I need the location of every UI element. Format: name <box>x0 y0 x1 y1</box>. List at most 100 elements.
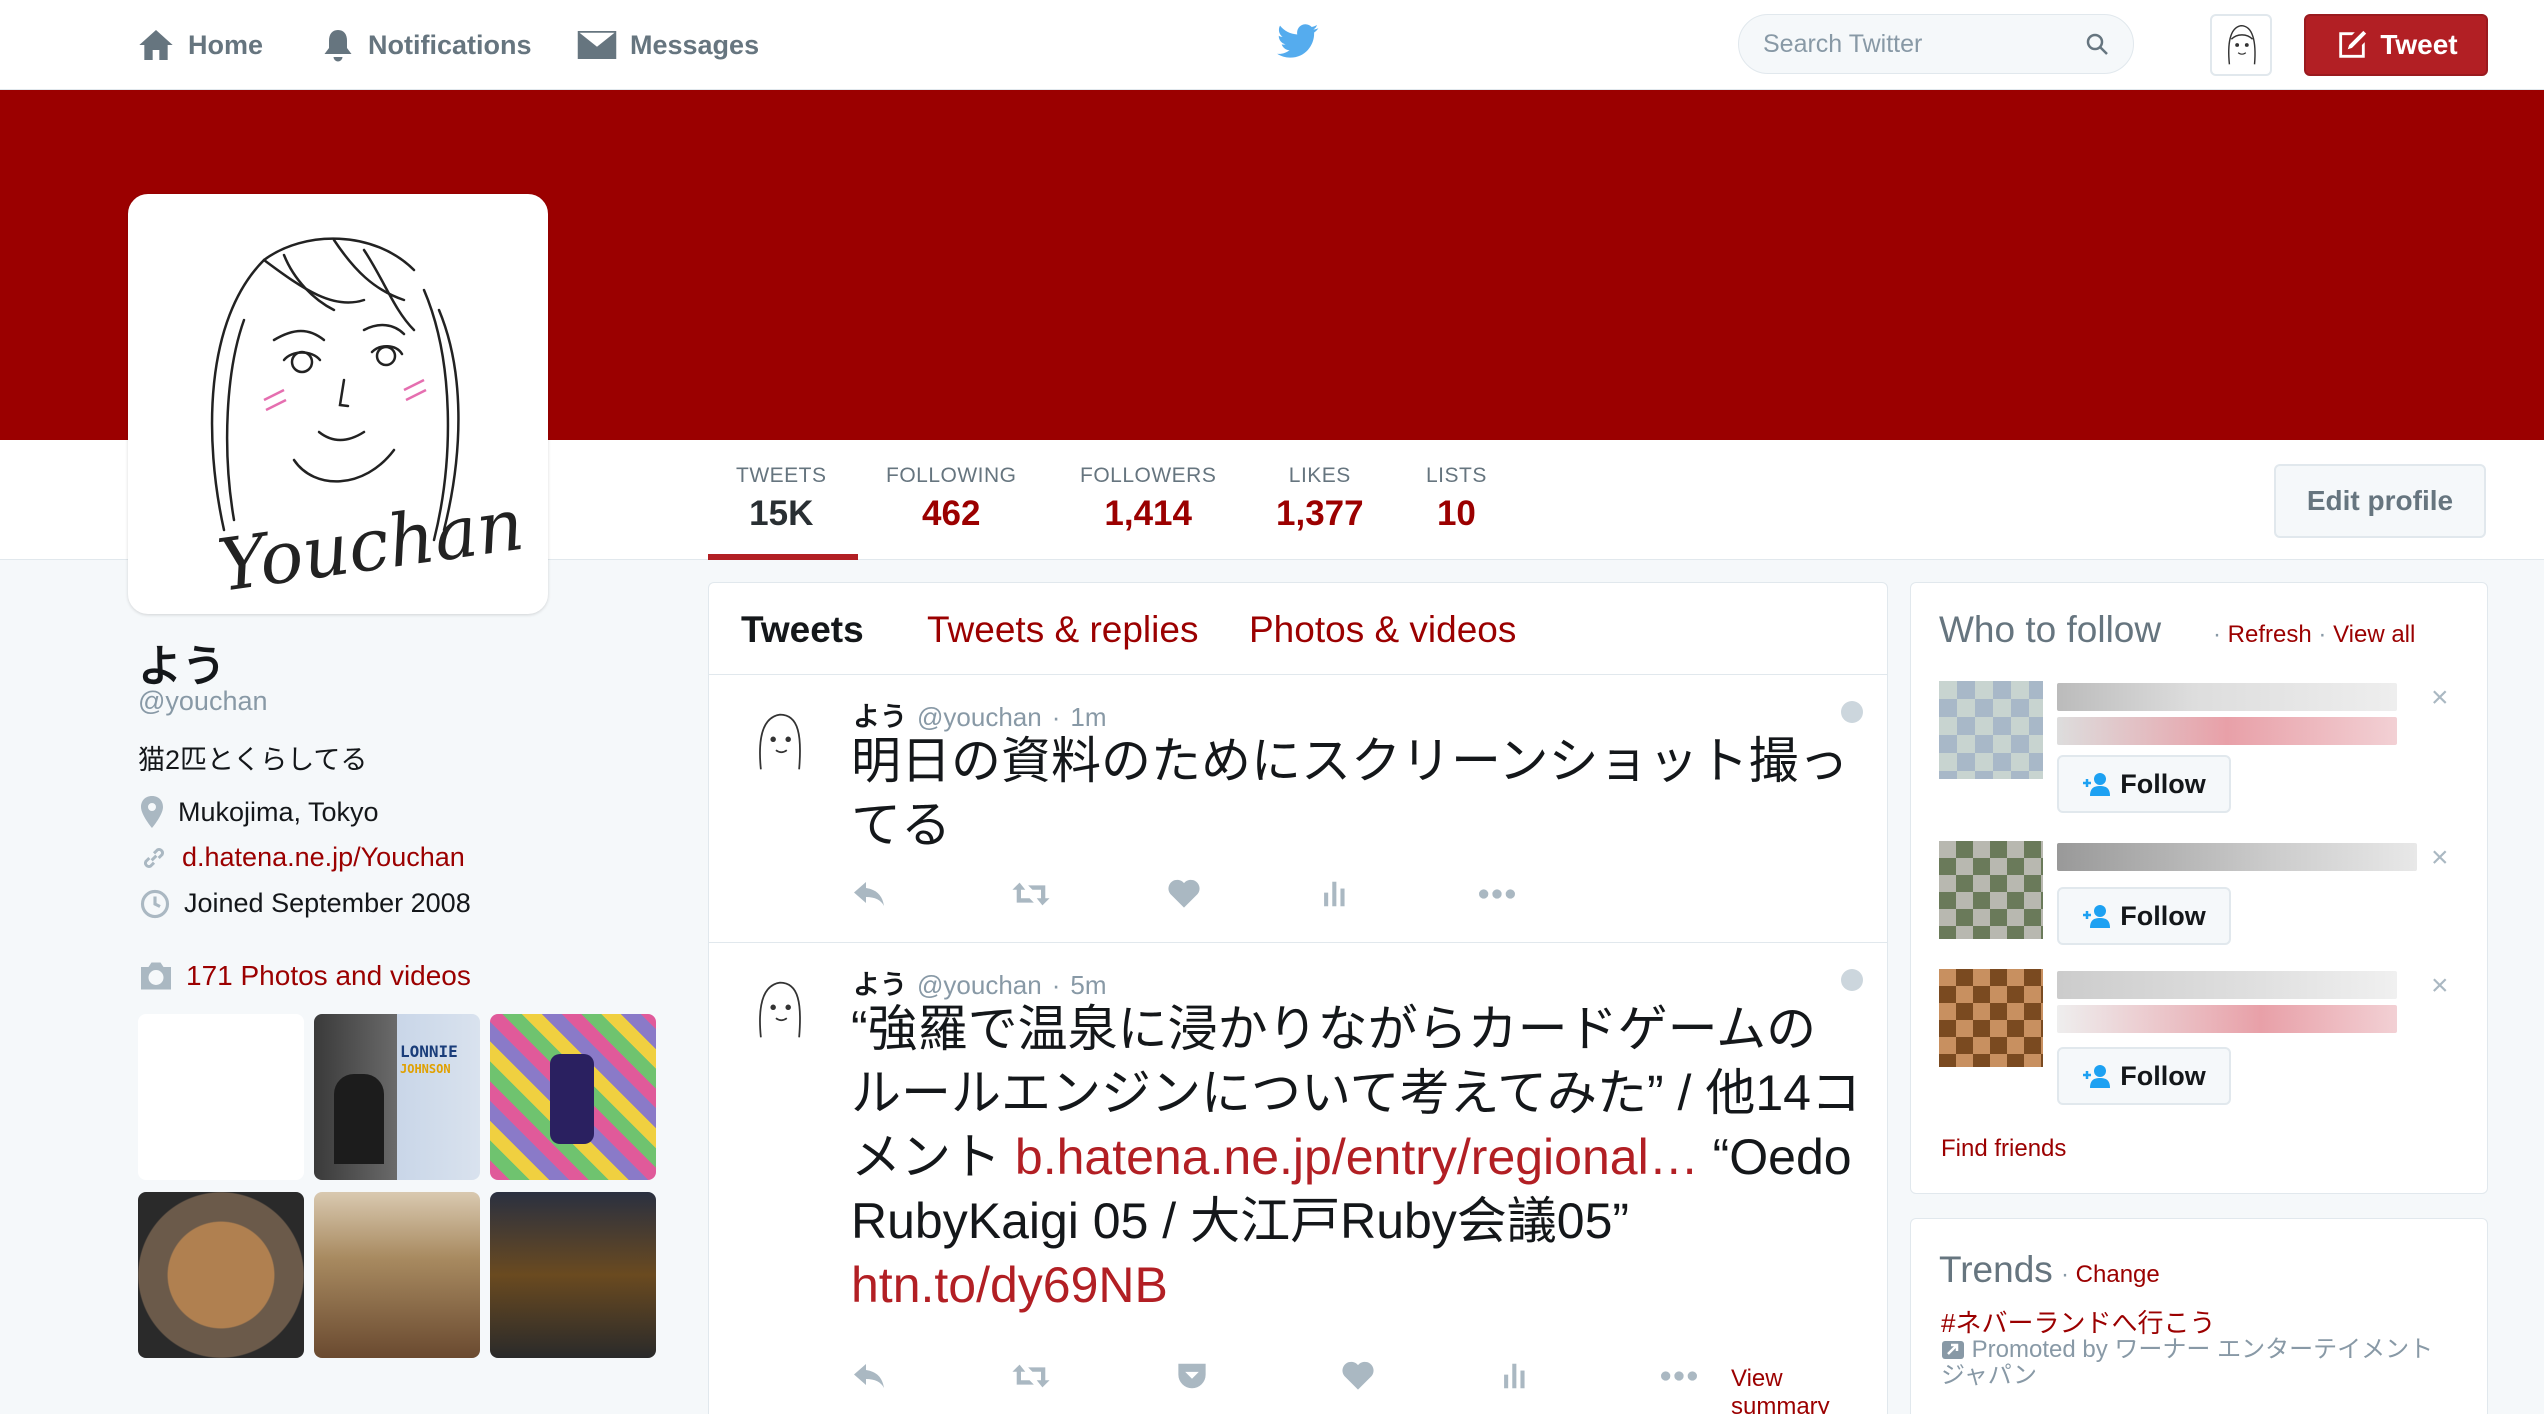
nav-messages[interactable]: Messages <box>576 0 759 90</box>
who-to-follow-links: · Refresh · View all <box>2213 621 2415 649</box>
nav-user-avatar[interactable] <box>2210 14 2272 76</box>
more-icon[interactable] <box>1659 1361 1699 1396</box>
trend-promoted-text: Promoted by ワーナー エンターテイメント ジャパン <box>1941 1336 2434 1389</box>
globe-icon <box>1841 969 1863 991</box>
suggestion-avatar[interactable] <box>1939 841 2043 939</box>
find-friends-link[interactable]: Find friends <box>1941 1135 2066 1163</box>
profile-handle[interactable]: @youchan <box>138 686 268 717</box>
like-icon[interactable] <box>1167 879 1201 914</box>
tweet-button[interactable]: Tweet <box>2304 14 2488 76</box>
refresh-link[interactable]: Refresh <box>2228 621 2312 648</box>
profile-url[interactable]: d.hatena.ne.jp/Youchan <box>140 842 465 873</box>
analytics-icon[interactable] <box>1321 879 1349 914</box>
profile-url-link[interactable]: d.hatena.ne.jp/Youchan <box>182 842 465 873</box>
view-all-link[interactable]: View all <box>2333 621 2415 648</box>
tweet-actions: View summary <box>851 1361 1861 1414</box>
nav-home-label: Home <box>188 29 264 60</box>
tab-tweets-replies[interactable]: Tweets & replies <box>927 609 1198 651</box>
reply-icon[interactable] <box>851 1361 887 1396</box>
tweet-avatar[interactable] <box>739 969 821 1051</box>
timeline-tabs: Tweets Tweets & replies Photos & videos <box>709 583 1887 675</box>
search-input[interactable] <box>1763 29 2085 59</box>
nav-notifications-label: Notifications <box>368 29 532 60</box>
tweet-link-2[interactable]: htn.to/dy69NB <box>851 1257 1168 1313</box>
analytics-icon[interactable] <box>1501 1361 1529 1396</box>
suggestion-item: Follow × <box>1929 841 2469 951</box>
reply-icon[interactable] <box>851 879 887 914</box>
like-icon[interactable] <box>1341 1361 1375 1396</box>
photo-thumb-2-figure <box>334 1074 384 1164</box>
active-stat-indicator <box>708 554 858 560</box>
photo-thumb-6[interactable] <box>490 1192 656 1358</box>
avatar-signature-text: Youchan <box>213 482 529 608</box>
stat-following-value: 462 <box>922 494 981 533</box>
photo-thumb-2[interactable]: LONNIE JOHNSON <box>314 1014 480 1180</box>
suggestion-item: Follow × <box>1929 969 2469 1105</box>
location-pin-icon <box>141 796 163 828</box>
tweet-item[interactable]: よう @youchan · 1m 明日の資料のためにスクリーンショット撮ってる <box>709 675 1887 943</box>
twitter-bird-icon[interactable] <box>1276 22 1320 67</box>
follow-button[interactable]: Follow <box>2057 1047 2231 1105</box>
tweet-avatar[interactable] <box>739 701 821 783</box>
suggestion-avatar[interactable] <box>1939 969 2043 1067</box>
tweet-item[interactable]: よう @youchan · 5m “強羅で温泉に浸かりながらカードゲームのルール… <box>709 943 1887 1414</box>
photo-thumb-1[interactable] <box>138 1014 304 1180</box>
nav-home[interactable]: Home <box>136 0 263 90</box>
trends-sep: · <box>2061 1261 2069 1288</box>
profile-location-text: Mukojima, Tokyo <box>178 796 379 827</box>
globe-icon <box>1841 701 1863 723</box>
tweet-link-1[interactable]: b.hatena.ne.jp/entry/regional… <box>1015 1129 1699 1185</box>
dismiss-icon[interactable]: × <box>2431 841 2449 875</box>
search-icon[interactable] <box>2085 30 2109 58</box>
view-summary-link[interactable]: View summary <box>1731 1365 1861 1414</box>
profile-joined-text: Joined September 2008 <box>184 888 471 918</box>
profile-joined: Joined September 2008 <box>140 888 471 919</box>
suggestion-item: Follow × <box>1929 681 2469 813</box>
follow-user-icon <box>2083 773 2111 796</box>
stat-lists-label: LISTS <box>1426 464 1487 487</box>
photo-thumb-2-title: LONNIE <box>400 1042 458 1061</box>
retweet-icon[interactable] <box>1011 879 1051 914</box>
stat-followers[interactable]: FOLLOWERS 1,414 <box>1080 464 1216 534</box>
photo-thumb-3[interactable] <box>490 1014 656 1180</box>
trends-change: · Change <box>2061 1261 2160 1289</box>
stat-likes[interactable]: LIKES 1,377 <box>1276 464 1364 534</box>
follow-button-label: Follow <box>2120 1060 2206 1091</box>
link-icon <box>144 847 164 868</box>
stat-followers-value: 1,414 <box>1104 494 1192 533</box>
stat-following[interactable]: FOLLOWING 462 <box>886 464 1017 534</box>
trends-change-link[interactable]: Change <box>2076 1261 2160 1288</box>
edit-profile-button[interactable]: Edit profile <box>2274 464 2486 538</box>
photo-thumb-5[interactable] <box>314 1192 480 1358</box>
profile-avatar[interactable]: Youchan <box>128 194 548 614</box>
camera-icon <box>141 962 171 990</box>
suggestion-avatar[interactable] <box>1939 681 2043 779</box>
photo-thumb-4[interactable] <box>138 1192 304 1358</box>
who-to-follow-title: Who to follow <box>1939 609 2162 650</box>
tweet-text: 明日の資料のためにスクリーンショット撮ってる <box>851 733 1849 853</box>
more-icon[interactable] <box>1477 879 1517 914</box>
pocket-icon[interactable] <box>1175 1361 1209 1396</box>
follow-button[interactable]: Follow <box>2057 887 2231 945</box>
follow-button[interactable]: Follow <box>2057 755 2231 813</box>
tab-tweets[interactable]: Tweets <box>741 609 864 651</box>
stat-likes-label: LIKES <box>1288 464 1351 487</box>
nav-notifications[interactable]: Notifications <box>320 0 532 90</box>
dismiss-icon[interactable]: × <box>2431 969 2449 1003</box>
photo-thumb-2-subtitle: JOHNSON <box>400 1062 451 1076</box>
search-box[interactable] <box>1738 14 2134 74</box>
who-to-follow-module: Who to follow · Refresh · View all Follo… <box>1910 582 2488 1194</box>
tab-photos-videos[interactable]: Photos & videos <box>1249 609 1516 651</box>
profile-name: よう <box>138 642 226 691</box>
photos-videos-link[interactable]: 171 Photos and videos <box>138 960 471 992</box>
dismiss-icon[interactable]: × <box>2431 681 2449 715</box>
suggestion-handle-blur <box>2057 1005 2397 1033</box>
tweet-actions <box>851 879 1861 919</box>
retweet-icon[interactable] <box>1011 1361 1051 1396</box>
timeline: Tweets Tweets & replies Photos & videos … <box>708 582 1888 1414</box>
trend-item[interactable]: #ネバーランドへ行こう <box>1941 1303 2215 1340</box>
stat-lists[interactable]: LISTS 10 <box>1426 464 1487 534</box>
stat-lists-value: 10 <box>1436 494 1476 533</box>
top-navigation: Home Notifications Messages Tweet <box>0 0 2544 90</box>
stat-tweets[interactable]: TWEETS 15K <box>736 464 827 534</box>
